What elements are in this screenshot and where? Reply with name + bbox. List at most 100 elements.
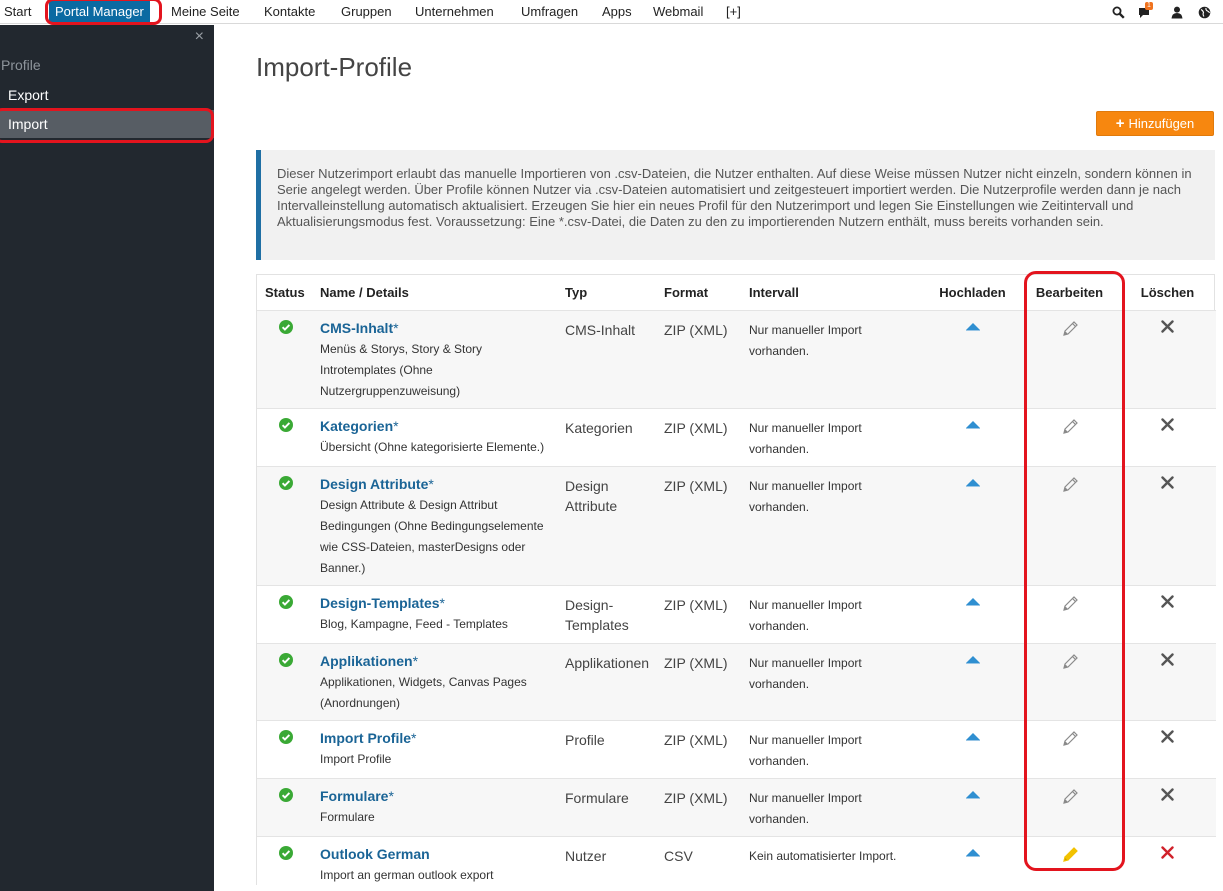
globe-icon[interactable]: [1195, 3, 1213, 21]
nav-apps[interactable]: Apps: [602, 0, 632, 24]
profile-name-link[interactable]: Import Profile*: [320, 730, 416, 746]
messages-icon[interactable]: 1: [1136, 2, 1154, 21]
name-cell: CMS-Inhalt* Menüs & Storys, Story & Stor…: [314, 309, 559, 408]
upload-cell: [925, 407, 1020, 466]
check-circle-icon: [278, 652, 293, 670]
profile-name-link[interactable]: CMS-Inhalt*: [320, 320, 399, 336]
check-circle-icon: [278, 594, 293, 612]
sidebar: × Profile Export Import: [0, 25, 214, 891]
close-x-icon[interactable]: [1161, 652, 1174, 669]
format-cell: CSV: [658, 835, 743, 891]
sidebar-close-icon[interactable]: ×: [195, 28, 204, 46]
nav-umfragen[interactable]: Umfragen: [521, 0, 578, 24]
upload-triangle-icon[interactable]: [965, 846, 981, 861]
upload-cell: [925, 835, 1020, 891]
edit-cell: [1020, 465, 1119, 585]
profile-name-link[interactable]: Outlook German: [320, 846, 430, 862]
close-x-icon[interactable]: [1161, 475, 1174, 492]
status-cell: [257, 465, 314, 585]
close-x-icon[interactable]: [1161, 787, 1174, 804]
profile-name-link[interactable]: Design Attribute*: [320, 476, 434, 492]
status-cell: [257, 309, 314, 408]
pencil-icon[interactable]: [1061, 846, 1079, 867]
intervall-cell: Nur manueller Import vorhanden.: [743, 642, 925, 720]
upload-cell: [925, 309, 1020, 408]
typ-cell: Applikationen: [559, 642, 658, 720]
upload-triangle-icon[interactable]: [965, 595, 981, 610]
check-circle-icon: [278, 417, 293, 435]
status-cell: [257, 584, 314, 643]
upload-cell: [925, 465, 1020, 585]
pencil-icon[interactable]: [1061, 730, 1079, 751]
status-cell: [257, 719, 314, 778]
pencil-icon[interactable]: [1061, 418, 1079, 439]
edit-cell: [1020, 584, 1119, 643]
upload-triangle-icon[interactable]: [965, 476, 981, 491]
profile-details: Menüs & Storys, Story & Story Introtempl…: [320, 341, 483, 398]
intervall-cell: Nur manueller Import vorhanden.: [743, 407, 925, 466]
name-cell: Formulare* Formulare: [314, 777, 559, 836]
nav-gruppen[interactable]: Gruppen: [341, 0, 392, 24]
upload-triangle-icon[interactable]: [965, 320, 981, 335]
pencil-icon[interactable]: [1061, 320, 1079, 341]
name-cell: Applikationen* Applikationen, Widgets, C…: [314, 642, 559, 720]
close-x-icon[interactable]: [1161, 729, 1174, 746]
status-cell: [257, 835, 314, 891]
nav-webmail[interactable]: Webmail: [653, 0, 703, 24]
profile-details: Formulare: [320, 809, 375, 824]
nav-add-more[interactable]: [+]: [726, 0, 741, 24]
header-delete: Löschen: [1140, 284, 1195, 300]
pencil-icon[interactable]: [1061, 653, 1079, 674]
profile-name-link[interactable]: Design-Templates*: [320, 595, 445, 611]
upload-triangle-icon[interactable]: [965, 730, 981, 745]
check-circle-icon: [278, 787, 293, 805]
user-icon[interactable]: [1168, 3, 1186, 21]
nav-start[interactable]: Start: [4, 0, 31, 24]
close-x-icon[interactable]: [1161, 417, 1174, 434]
import-profiles-table: Status Name / Details Typ Format Interva…: [256, 274, 1216, 891]
pencil-icon[interactable]: [1061, 788, 1079, 809]
info-text: Dieser Nutzerimport erlaubt das manuelle…: [277, 166, 1192, 229]
status-cell: [257, 642, 314, 720]
search-icon[interactable]: [1109, 3, 1127, 21]
format-cell: ZIP (XML): [658, 309, 743, 408]
check-circle-icon: [278, 475, 293, 493]
delete-cell: [1119, 309, 1216, 408]
pencil-icon[interactable]: [1061, 595, 1079, 616]
nav-kontakte[interactable]: Kontakte: [264, 0, 315, 24]
upload-cell: [925, 642, 1020, 720]
profile-details: Blog, Kampagne, Feed - Templates: [320, 616, 508, 631]
pencil-icon[interactable]: [1061, 476, 1079, 497]
name-cell: Import Profile* Import Profile: [314, 719, 559, 778]
profile-name-link[interactable]: Kategorien*: [320, 418, 399, 434]
table-row: Import Profile* Import Profile Profile Z…: [257, 719, 1216, 778]
nav-portal-manager[interactable]: Portal Manager: [49, 1, 150, 23]
sidebar-item-export[interactable]: Export: [0, 81, 214, 109]
intervall-cell: Nur manueller Import vorhanden.: [743, 465, 925, 585]
add-profile-button[interactable]: + Hinzufügen: [1096, 111, 1214, 136]
table-row: CMS-Inhalt* Menüs & Storys, Story & Stor…: [257, 309, 1216, 408]
close-x-icon[interactable]: [1161, 594, 1174, 611]
table-row: Formulare* Formulare Formulare ZIP (XML)…: [257, 777, 1216, 836]
nav-meine-seite[interactable]: Meine Seite: [171, 0, 240, 24]
close-x-icon[interactable]: [1161, 319, 1174, 336]
typ-cell: Kategorien: [559, 407, 658, 466]
profile-name-link[interactable]: Formulare*: [320, 788, 394, 804]
upload-triangle-icon[interactable]: [965, 653, 981, 668]
profile-details: Import an german outlook export: [320, 867, 494, 882]
format-cell: ZIP (XML): [658, 719, 743, 778]
header-typ: Typ: [565, 284, 588, 300]
sidebar-item-import[interactable]: Import: [0, 110, 214, 138]
name-cell: Outlook German Import an german outlook …: [314, 835, 559, 891]
close-x-icon[interactable]: [1161, 845, 1174, 862]
typ-cell: Formulare: [559, 777, 658, 836]
delete-cell: [1119, 777, 1216, 836]
nav-unternehmen[interactable]: Unternehmen: [415, 0, 494, 24]
delete-cell: [1119, 835, 1216, 891]
edit-cell: [1020, 719, 1119, 778]
delete-cell: [1119, 719, 1216, 778]
profile-name-link[interactable]: Applikationen*: [320, 653, 418, 669]
upload-triangle-icon[interactable]: [965, 418, 981, 433]
upload-triangle-icon[interactable]: [965, 788, 981, 803]
header-status: Status: [265, 284, 305, 300]
